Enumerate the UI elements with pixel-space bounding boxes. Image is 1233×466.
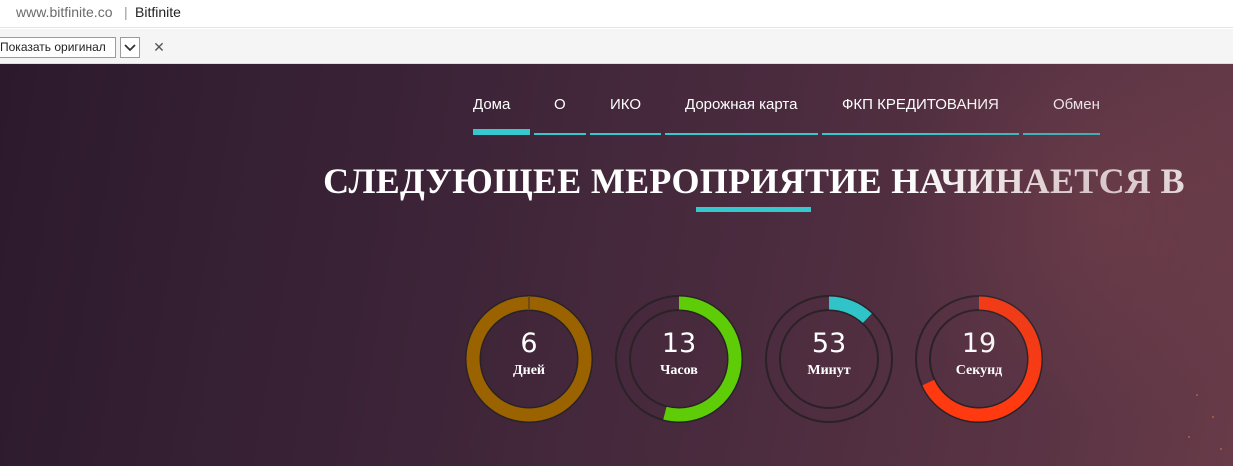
show-original-button[interactable]: Показать оригинал	[0, 37, 116, 58]
headline-underline	[696, 207, 811, 212]
hero-section: Дома О ИКО Дорожная карта ФКП КРЕДИТОВАН…	[0, 64, 1233, 466]
minutes-value: 53	[811, 328, 847, 359]
sparkle	[1220, 448, 1222, 450]
address-bar[interactable]: www.bitfinite.co | Bitfinite	[0, 0, 1233, 28]
seconds-ring	[915, 295, 1043, 423]
nav-item-roadmap[interactable]: Дорожная карта	[685, 96, 797, 113]
hours-label: Часов	[660, 363, 698, 378]
countdown-minutes: 53 Минут	[765, 295, 893, 423]
minutes-ring	[765, 295, 893, 423]
ring-track	[929, 309, 1029, 409]
days-label: Дней	[513, 363, 545, 378]
event-headline: СЛЕДУЮЩЕЕ МЕРОПРИЯТИЕ НАЧИНАЕТСЯ В	[323, 161, 1185, 201]
ring-track	[765, 295, 893, 423]
translate-bar: Показать оригинал ✕	[0, 29, 1233, 64]
nav-underline	[534, 133, 586, 135]
ring-progress	[766, 296, 892, 422]
chevron-down-icon	[124, 43, 136, 51]
ring-track	[629, 309, 729, 409]
nav-underline	[1023, 133, 1100, 135]
nav-item-home[interactable]: Дома	[473, 96, 510, 113]
countdown-days: 6 Дней	[465, 295, 593, 423]
page-title: Bitfinite	[135, 4, 181, 20]
ring-track	[479, 309, 579, 409]
countdown-seconds: 19 Секунд	[915, 295, 1043, 423]
nav-underline	[590, 133, 661, 135]
sparkle	[1188, 436, 1190, 438]
main-nav: Дома О ИКО Дорожная карта ФКП КРЕДИТОВАН…	[0, 64, 1233, 144]
nav-active-indicator	[473, 129, 530, 135]
sparkle	[1196, 394, 1198, 396]
ring-track	[779, 309, 879, 409]
seconds-label: Секунд	[955, 363, 1003, 378]
nav-underline	[665, 133, 818, 135]
sparkle	[1212, 416, 1214, 418]
hours-value: 13	[661, 328, 697, 359]
nav-item-about[interactable]: О	[554, 96, 566, 113]
close-icon[interactable]: ✕	[150, 37, 168, 58]
url-text[interactable]: www.bitfinite.co	[16, 4, 112, 20]
nav-item-ico[interactable]: ИКО	[610, 96, 641, 113]
nav-item-exchange[interactable]: Обмен	[1053, 96, 1100, 113]
days-value: 6	[520, 328, 538, 359]
hours-ring	[615, 295, 743, 423]
countdown-hours: 13 Часов	[615, 295, 743, 423]
days-ring	[465, 295, 593, 423]
nav-underline	[822, 133, 1019, 135]
url-separator: |	[124, 4, 128, 20]
ring-progress	[916, 296, 1042, 422]
nav-item-lending[interactable]: ФКП КРЕДИТОВАНИЯ	[842, 96, 999, 113]
ring-progress	[466, 296, 592, 422]
ring-progress	[616, 296, 742, 422]
seconds-value: 19	[961, 328, 997, 359]
minutes-label: Минут	[807, 363, 851, 378]
translate-options-button[interactable]	[120, 37, 140, 58]
